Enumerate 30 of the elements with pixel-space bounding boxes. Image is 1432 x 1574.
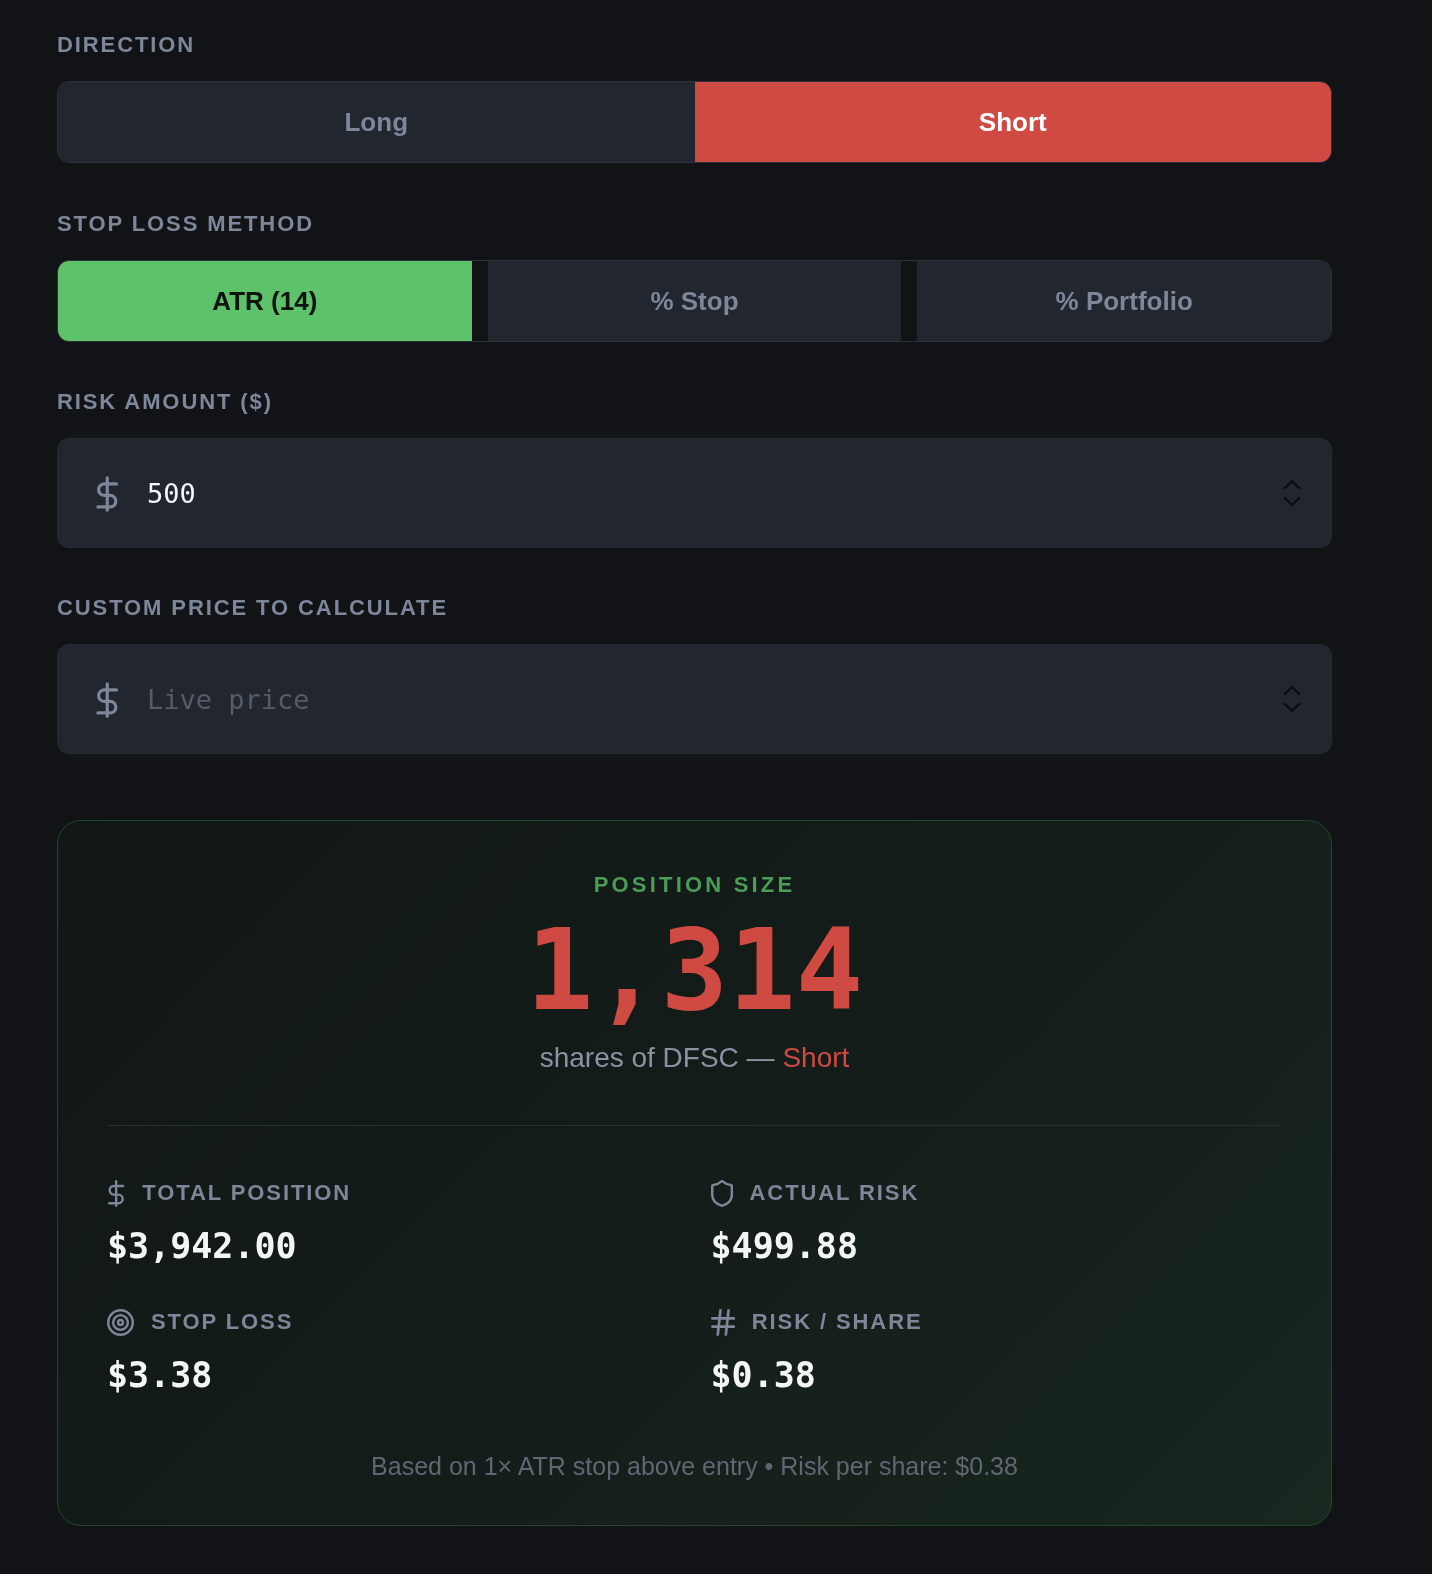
position-size-number: 1,314 [525,909,864,1031]
section-label: STOP LOSS METHOD [57,213,314,235]
dollar-icon [107,1179,126,1207]
method-toggle[interactable]: % Stop [487,261,902,341]
stat-label: RISK / SHARE [751,1308,923,1336]
chevron-up-down-icon[interactable] [1282,683,1302,715]
section-label: DIRECTION [57,34,196,56]
section-label: CUSTOM PRICE TO CALCULATE [57,597,448,619]
stat-value: $3.38 [107,1354,213,1397]
stat-label: TOTAL POSITION [142,1179,352,1207]
stat-label: STOP LOSS [151,1308,294,1336]
direction-toggle[interactable]: Short [694,82,1331,162]
section-label: RISK AMOUNT ($) [57,391,273,413]
footnote-text: Based on 1× ATR stop above entry • Risk per share: $0.38 [371,1452,1018,1480]
method-toggle[interactable]: ATR (14) [58,261,472,341]
method-toggle[interactable]: % Portfolio [917,261,1331,341]
target-icon [107,1308,134,1336]
stat-label: ACTUAL RISK [749,1179,920,1207]
shield-icon [710,1179,733,1207]
shares-caption: shares of DFSC — Short [539,1042,850,1074]
dollar-icon [95,682,120,718]
stat-value: $499.88 [710,1225,858,1268]
risk-amount-field[interactable]: 500 [57,438,1332,548]
hash-icon [710,1308,735,1336]
chevron-up-down-icon[interactable] [1282,477,1302,509]
dollar-icon [95,476,120,512]
custom-price-field[interactable]: Live price [57,644,1332,754]
card-title: POSITION SIZE [593,871,796,899]
stat-value: $3,942.00 [107,1225,297,1268]
stat-value: $0.38 [710,1354,816,1397]
